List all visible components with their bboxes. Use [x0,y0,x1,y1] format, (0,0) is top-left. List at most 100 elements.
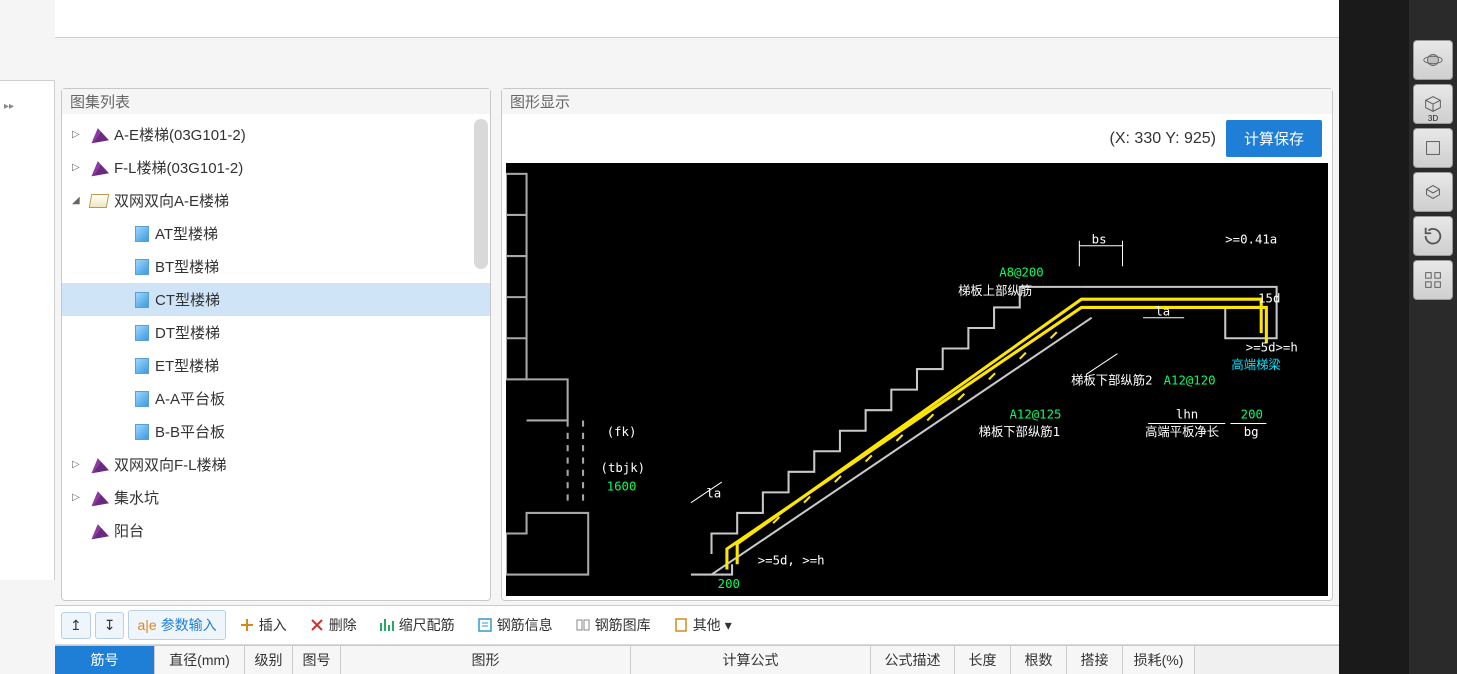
label-ge5dh: >=5d>=h [1246,341,1298,355]
tree-item-label: 阳台 [114,520,144,541]
document-icon [135,292,149,308]
calc-save-button[interactable]: 计算保存 [1226,120,1322,157]
label-highplat: 高端平板净长 [1145,424,1219,439]
tree-panel-title: 图集列表 [62,89,490,114]
tree-item-6[interactable]: DT型楼梯 [62,316,490,349]
document-icon [135,358,149,374]
col-1[interactable]: 直径(mm) [155,646,245,674]
label-bs: bs [1092,233,1107,247]
tree-expander-icon[interactable]: ▷ [72,162,86,173]
scale-rebar-button[interactable]: 缩尺配筋 [370,610,464,640]
label-highbeam: 高端梯梁 [1231,357,1280,372]
insert-button[interactable]: 插入 [230,610,296,640]
param-input-button[interactable]: a|e 参数输入 [128,610,225,640]
expand-left-handle[interactable]: ▸▸ [0,81,54,132]
label-a120120: A12@120 [1164,374,1216,388]
tree-expander-icon[interactable]: ▷ [72,129,86,140]
label-a120125: A12@125 [1009,408,1061,422]
document-icon [135,259,149,275]
label-ge5d: >=5d, >=h [758,554,825,568]
tree-item-0[interactable]: ▷ A-E楼梯(03G101-2) [62,118,490,151]
book-icon [90,524,108,538]
col-8[interactable]: 根数 [1011,646,1067,674]
tree-item-11[interactable]: ▷集水坑 [62,481,490,514]
label-ge041a: >=0.41a [1225,233,1277,247]
document-icon [135,391,149,407]
tree-item-label: B-B平台板 [155,421,225,442]
label-200b: 200 [1241,408,1263,422]
rebar-library-button[interactable]: 钢筋图库 [566,610,660,640]
tree-expander-icon[interactable]: ◢ [72,195,86,206]
col-10[interactable]: 损耗(%) [1123,646,1195,674]
col-0[interactable]: 筋号 [55,646,155,674]
label-fk: (fk) [607,425,637,439]
tree-item-label: ET型楼梯 [155,355,219,376]
tree-panel: 图集列表 ▷ A-E楼梯(03G101-2) ▷F-L楼梯(03G101-2) ◢ 双网… [61,88,491,601]
viewer-panel: 图形显示 (X: 330 Y: 925) 计算保存 [501,88,1333,601]
move-up-button[interactable]: ↥ [61,612,91,639]
label-15d: 15d [1258,292,1280,306]
label-bg: bg [1244,425,1259,439]
rebar-info-button[interactable]: 钢筋信息 [468,610,562,640]
tree-item-label: 双网双向A-E楼梯 [114,190,229,211]
col-2[interactable]: 级别 [245,646,293,674]
col-6[interactable]: 公式描述 [871,646,955,674]
tree-expander-icon[interactable]: ▷ [72,459,86,470]
tree-item-5[interactable]: CT型楼梯 [62,283,490,316]
tree-item-1[interactable]: ▷F-L楼梯(03G101-2) [62,151,490,184]
right-toolbar: 3D [1409,0,1457,674]
label-la1: la [706,487,721,501]
col-7[interactable]: 长度 [955,646,1011,674]
tree-item-12[interactable]: 阳台 [62,514,490,547]
tree-item-10[interactable]: ▷ 双网双向F-L楼梯 [62,448,490,481]
dark-gap [1339,0,1409,674]
cad-canvas[interactable]: (fk) (tbjk) 1600 la >=5d, >=h 200 A8@200… [506,163,1328,596]
tree-item-9[interactable]: B-B平台板 [62,415,490,448]
cube-iso-icon[interactable] [1413,172,1453,212]
bottom-toolbar: ↥ ↧ a|e 参数输入 插入 删除 缩尺配筋 [55,606,1339,645]
label-a80200: A8@200 [999,266,1044,280]
view-3d-icon[interactable]: 3D [1413,84,1453,124]
tree-item-label: 双网双向F-L楼梯 [114,454,227,475]
document-icon [135,226,149,242]
move-down-button[interactable]: ↧ [95,612,125,639]
col-4[interactable]: 图形 [341,646,631,674]
book-icon [90,161,108,175]
tree-body[interactable]: ▷ A-E楼梯(03G101-2) ▷F-L楼梯(03G101-2) ◢ 双网双向A-E… [62,114,490,600]
folder-open-icon [90,194,108,208]
tree-item-label: A-E楼梯(03G101-2) [114,124,246,145]
top-blank-bar [55,0,1339,38]
tree-item-2[interactable]: ◢ 双网双向A-E楼梯 [62,184,490,217]
tree-expander-icon[interactable]: ▷ [72,492,86,503]
tree-item-4[interactable]: BT型楼梯 [62,250,490,283]
delete-button[interactable]: 删除 [300,610,366,640]
label-la2: la [1155,305,1170,319]
table-header: 筋号直径(mm)级别图号图形计算公式公式描述长度根数搭接损耗(%) [55,645,1339,674]
label-top-long: 梯板上部纵筋 [958,283,1032,298]
tree-item-7[interactable]: ET型楼梯 [62,349,490,382]
tree-item-label: A-A平台板 [155,388,225,409]
other-dropdown[interactable]: 其他 ▾ [664,610,741,640]
tree-item-3[interactable]: AT型楼梯 [62,217,490,250]
label-botlong2: 梯板下部纵筋2 [1071,373,1152,388]
tree-item-8[interactable]: A-A平台板 [62,382,490,415]
tree-item-label: AT型楼梯 [155,223,218,244]
grid-settings-icon[interactable] [1413,260,1453,300]
label-botlong1: 梯板下部纵筋1 [979,424,1060,439]
book-icon [90,128,108,142]
orbit-tool-icon[interactable] [1413,40,1453,80]
label-lhn: lhn [1176,408,1198,422]
cube-front-icon[interactable] [1413,128,1453,168]
tree-scrollbar[interactable] [474,119,488,269]
viewer-panel-title: 图形显示 [502,89,1332,114]
rotate-icon[interactable] [1413,216,1453,256]
col-3[interactable]: 图号 [293,646,341,674]
label-1600: 1600 [607,480,637,494]
label-200a: 200 [718,577,740,591]
document-icon [135,424,149,440]
col-5[interactable]: 计算公式 [631,646,871,674]
chevron-down-icon: ▾ [725,617,732,634]
tree-item-label: DT型楼梯 [155,322,220,343]
document-icon [135,325,149,341]
col-9[interactable]: 搭接 [1067,646,1123,674]
